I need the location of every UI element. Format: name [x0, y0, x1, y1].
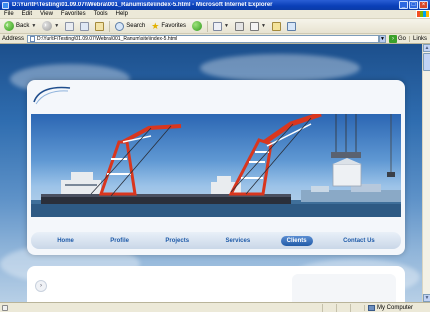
maximize-button[interactable]: □: [409, 1, 418, 9]
address-input[interactable]: [37, 35, 378, 42]
mail-icon: [213, 21, 223, 31]
menu-favorites[interactable]: Favorites: [57, 11, 90, 17]
mail-dropdown-icon[interactable]: ▼: [224, 23, 229, 29]
edit-button[interactable]: ▼: [248, 20, 268, 33]
status-text-area: [0, 304, 322, 311]
toolbar-separator: [109, 20, 111, 32]
nav-item-clients[interactable]: Clients: [280, 235, 313, 246]
discuss-button[interactable]: [270, 20, 283, 33]
nav-item-home[interactable]: Home: [51, 236, 80, 246]
menu-bar: File Edit View Favorites Tools Help: [0, 10, 430, 19]
side-panel: [292, 274, 396, 302]
menu-tools[interactable]: Tools: [90, 11, 112, 17]
scroll-down-icon[interactable]: ▼: [423, 294, 430, 302]
more-arrow-button[interactable]: ›: [35, 280, 47, 292]
search-button[interactable]: Search: [113, 20, 147, 33]
window-title: D:\Yur\tF\Testing\01.09.07\\Webra\001_Ra…: [12, 2, 273, 8]
home-icon: [95, 21, 105, 31]
print-icon: [234, 21, 244, 31]
window-controls: _ □ ×: [399, 1, 428, 9]
refresh-icon: [80, 21, 90, 31]
print-button[interactable]: [233, 20, 246, 33]
content-area: ›: [27, 266, 405, 302]
sky-cloud: [200, 54, 360, 82]
logo-swoosh-icon: [33, 86, 71, 105]
ie-icon: [2, 1, 9, 9]
minimize-button[interactable]: _: [399, 1, 408, 9]
computer-icon: [368, 304, 375, 311]
back-dropdown-icon[interactable]: ▼: [31, 23, 36, 29]
status-cell: [336, 303, 350, 312]
forward-dropdown-icon[interactable]: ▼: [54, 23, 59, 29]
toolbar-separator: [207, 20, 209, 32]
page-icon: [30, 35, 36, 42]
page-viewport: Home Profile Projects Services Clients C…: [0, 44, 422, 302]
menu-help[interactable]: Help: [112, 11, 132, 17]
refresh-button[interactable]: [78, 20, 91, 33]
menu-view[interactable]: View: [36, 11, 57, 17]
title-bar: D:\Yur\tF\Testing\01.09.07\\Webra\001_Ra…: [0, 0, 430, 10]
address-dropdown-icon[interactable]: ▼: [378, 34, 386, 43]
site-container: Home Profile Projects Services Clients C…: [27, 80, 405, 255]
nav-item-projects[interactable]: Projects: [159, 236, 195, 246]
stop-button[interactable]: [63, 20, 76, 33]
links-button[interactable]: Links: [408, 35, 430, 42]
nav-item-profile[interactable]: Profile: [104, 236, 135, 246]
status-cell: [322, 303, 336, 312]
back-arrow-icon: ‹: [4, 21, 14, 31]
mail-button[interactable]: ▼: [211, 20, 231, 33]
address-bar: Address ▼ › Go Links: [0, 34, 430, 44]
nav-item-services[interactable]: Services: [220, 236, 257, 246]
crane-barge-illustration: [31, 114, 401, 217]
header-banner-image: [31, 114, 401, 217]
search-icon: [115, 21, 125, 31]
stop-icon: [65, 21, 75, 31]
favorites-label: Favorites: [161, 23, 187, 29]
status-bar: My Computer: [0, 302, 430, 312]
menu-edit[interactable]: Edit: [18, 11, 36, 17]
toolbar: ‹ Back ▼ › ▼ Search ★ Favorites ▼ ▼: [0, 19, 430, 34]
search-label: Search: [126, 23, 146, 29]
history-button[interactable]: [190, 20, 204, 33]
address-label: Address: [2, 35, 25, 42]
zone-label: My Computer: [377, 304, 414, 311]
star-icon: ★: [151, 20, 160, 31]
page-status-icon: [2, 304, 8, 311]
favorites-button[interactable]: ★ Favorites: [149, 20, 188, 33]
status-cell: [350, 303, 364, 312]
back-label: Back: [16, 23, 30, 29]
edit-icon: [249, 21, 259, 31]
go-label: Go: [397, 35, 406, 42]
security-zone: My Computer: [364, 304, 430, 311]
windows-logo-icon: [416, 10, 430, 18]
messenger-button[interactable]: [285, 20, 298, 33]
nav-item-contact-us[interactable]: Contact Us: [337, 236, 381, 246]
folder-icon: [271, 21, 281, 31]
go-arrow-icon: ›: [388, 34, 397, 43]
edit-dropdown-icon[interactable]: ▼: [261, 23, 266, 29]
vertical-scrollbar[interactable]: ▲ ▼: [422, 44, 430, 302]
forward-arrow-icon: ›: [42, 21, 53, 31]
forward-button[interactable]: › ▼: [40, 20, 61, 33]
messenger-icon: [286, 21, 296, 31]
scroll-up-icon[interactable]: ▲: [423, 44, 430, 52]
close-button[interactable]: ×: [419, 1, 428, 9]
menu-file[interactable]: File: [0, 11, 18, 17]
go-button[interactable]: › Go: [386, 34, 409, 43]
address-field[interactable]: [27, 34, 379, 43]
scroll-thumb[interactable]: [423, 53, 430, 71]
back-button[interactable]: ‹ Back ▼: [2, 20, 38, 33]
history-icon: [192, 21, 203, 31]
main-navigation: Home Profile Projects Services Clients C…: [31, 232, 401, 249]
home-button[interactable]: [93, 20, 106, 33]
